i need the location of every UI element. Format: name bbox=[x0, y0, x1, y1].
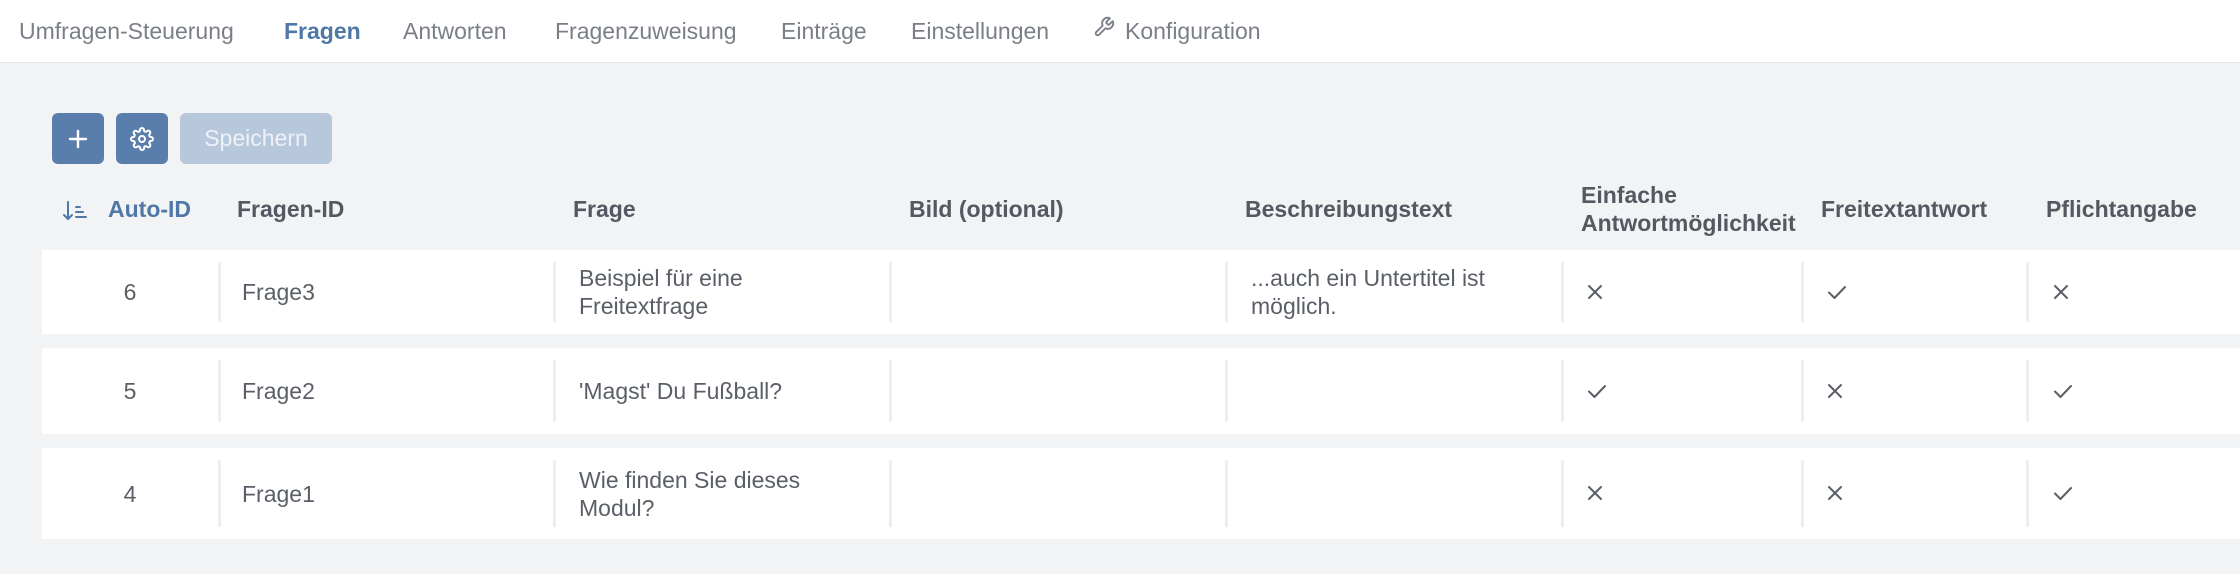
sort-descending-icon[interactable] bbox=[62, 199, 88, 228]
column-header-fragen-id[interactable]: Fragen-ID bbox=[237, 195, 344, 223]
table-row[interactable]: 5 Frage2 'Magst' Du Fußball? bbox=[42, 348, 2240, 434]
column-header-freitextantwort[interactable]: Freitextantwort bbox=[1821, 195, 1987, 223]
cross-icon bbox=[1587, 284, 1603, 305]
cell-fragen-id: Frage3 bbox=[242, 279, 315, 305]
tab-umfragen-steuerung[interactable]: Umfragen-Steuerung bbox=[19, 16, 234, 46]
check-icon bbox=[2053, 485, 2073, 506]
cell-frage: Wie finden Sie dieses Modul? bbox=[579, 467, 801, 521]
tab-fragenzuweisung[interactable]: Fragenzuweisung bbox=[555, 16, 737, 46]
cell-auto-id: 4 bbox=[123, 481, 137, 507]
cell-fragen-id: Frage1 bbox=[242, 481, 315, 507]
column-header-bild[interactable]: Bild (optional) bbox=[909, 195, 1064, 223]
cell-frage: 'Magst' Du Fußball? bbox=[579, 378, 783, 404]
tab-eintraege[interactable]: Einträge bbox=[781, 16, 867, 46]
table-row[interactable]: 4 Frage1 Wie finden Sie dieses Modul? bbox=[42, 448, 2240, 539]
tab-konfiguration-label: Konfiguration bbox=[1125, 18, 1261, 44]
settings-button[interactable] bbox=[116, 113, 168, 164]
cell-frage: Beispiel für eine Freitextfrage bbox=[579, 265, 743, 319]
cell-auto-id: 5 bbox=[123, 378, 137, 404]
tab-konfiguration[interactable]: Konfiguration bbox=[1093, 16, 1261, 46]
cell-beschreibung: ...auch ein Untertitel ist möglich. bbox=[1251, 265, 1485, 319]
cross-icon bbox=[1827, 383, 1843, 404]
cell-auto-id: 6 bbox=[123, 279, 137, 305]
cross-icon bbox=[1587, 485, 1603, 506]
wrench-icon bbox=[1093, 15, 1115, 45]
add-button[interactable] bbox=[52, 113, 104, 164]
tab-einstellungen[interactable]: Einstellungen bbox=[911, 16, 1049, 46]
top-navigation: Umfragen-Steuerung Fragen Antworten Frag… bbox=[0, 0, 2240, 63]
cell-fragen-id: Frage2 bbox=[242, 378, 315, 404]
column-header-frage[interactable]: Frage bbox=[573, 195, 636, 223]
save-button[interactable]: Speichern bbox=[180, 113, 332, 164]
check-icon bbox=[1587, 383, 1607, 404]
gear-icon bbox=[130, 126, 154, 151]
table-row[interactable]: 6 Frage3 Beispiel für eine Freitextfrage… bbox=[42, 250, 2240, 334]
cross-icon bbox=[2053, 284, 2069, 305]
cross-icon bbox=[1827, 485, 1843, 506]
tab-antworten[interactable]: Antworten bbox=[403, 16, 507, 46]
check-icon bbox=[1827, 284, 1847, 305]
column-header-auto-id[interactable]: Auto-ID bbox=[108, 195, 191, 223]
check-icon bbox=[2053, 383, 2073, 404]
plus-icon bbox=[68, 129, 88, 148]
tab-fragen[interactable]: Fragen bbox=[284, 16, 361, 46]
column-header-pflichtangabe[interactable]: Pflichtangabe bbox=[2046, 195, 2197, 223]
column-header-einfache-antwortmoeglichkeit[interactable]: Einfache Antwortmöglichkeit bbox=[1581, 181, 1821, 237]
column-header-beschreibungstext[interactable]: Beschreibungstext bbox=[1245, 195, 1452, 223]
